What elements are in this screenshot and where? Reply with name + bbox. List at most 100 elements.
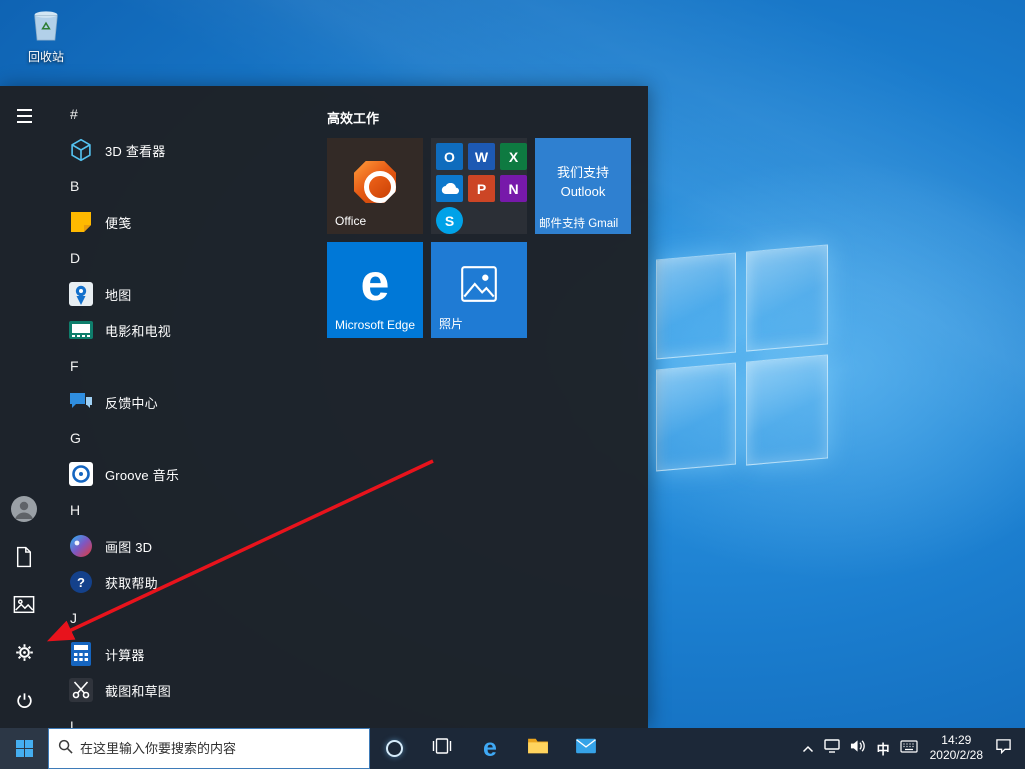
clock-date: 2020/2/28 [929,748,983,762]
start-menu-tiles: 高效工作 Office O W X P N S 我们支持 Outlook 邮件支… [325,86,648,728]
start-button[interactable] [0,728,48,769]
taskbar-clock[interactable]: 14:29 2020/2/28 [923,728,990,769]
gear-icon [14,642,35,668]
taskbar: e [0,728,1025,769]
mail-promo-line3: 邮件支持 Gmail [539,218,619,230]
volume-button[interactable] [845,728,872,769]
excel-icon: X [500,143,527,170]
power-icon [15,691,34,715]
app-list-item-feedback-hub[interactable]: 反馈中心 [48,384,325,420]
maps-icon [66,279,96,309]
network-status-button[interactable] [819,728,845,769]
power-button[interactable] [0,679,48,727]
tile-photos[interactable]: 照片 [431,242,527,338]
app-list-item-snip-sketch[interactable]: 截图和草图 [48,672,325,708]
app-list-letter-hash[interactable]: # [48,96,325,132]
taskbar-search-box[interactable] [48,728,370,769]
system-tray: 中 14:29 2020/2/28 [797,728,1025,769]
action-center-icon [995,738,1012,759]
recycle-bin-shortcut[interactable]: 回收站 [14,8,78,65]
start-menu-app-list: # 3D 查看器 B 便笺 D 地图 电影和电视 F 反馈中心 G Groove… [48,86,325,728]
mail-icon [575,737,597,760]
tile-office-label: Office [335,214,367,228]
folder-icon [527,737,549,760]
tile-mail-promo[interactable]: 我们支持 Outlook 邮件支持 Gmail [535,138,631,234]
chevron-up-icon [802,740,814,758]
app-list-letter-h[interactable]: H [48,492,325,528]
tile-edge-label: Microsoft Edge [335,318,416,332]
app-list-item-sticky-notes[interactable]: 便笺 [48,204,325,240]
app-list-letter-b[interactable]: B [48,168,325,204]
onenote-icon: N [500,175,527,202]
outlook-icon: O [436,143,463,170]
windows-hero-logo [656,244,832,476]
network-icon [823,739,840,758]
edge-taskbar-button[interactable]: e [466,728,514,769]
touch-keyboard-button[interactable] [895,728,923,769]
app-list-item-calculator[interactable]: 计算器 [48,636,325,672]
settings-button[interactable] [0,631,48,679]
app-list-item-get-help[interactable]: ? 获取帮助 [48,564,325,600]
groove-music-icon [66,459,96,489]
task-view-button[interactable] [418,728,466,769]
windows-logo-pane [746,354,828,466]
windows-logo-pane [746,244,828,352]
expand-menu-button[interactable] [0,92,48,140]
documents-button[interactable] [0,535,48,583]
mail-promo-line1: 我们支持 [556,165,609,180]
app-list-letter-j[interactable]: J [48,600,325,636]
recycle-bin-icon [30,11,62,46]
app-list-letter-l[interactable]: L [48,708,325,728]
onedrive-icon [436,175,463,202]
pictures-button[interactable] [0,583,48,631]
hamburger-icon [16,109,32,123]
powerpoint-icon: P [468,175,495,202]
edge-logo-icon: e [360,254,390,312]
tile-photos-label: 照片 [439,317,464,331]
app-list-item-groove-music[interactable]: Groove 音乐 [48,456,325,492]
windows-logo-pane [656,252,736,360]
tile-office-apps-promo[interactable]: O W X P N S [431,138,527,234]
file-explorer-button[interactable] [514,728,562,769]
tile-office[interactable]: Office [327,138,423,234]
app-list-item-movies-tv[interactable]: 电影和电视 [48,312,325,348]
mail-promo-line2: Outlook [560,184,606,199]
search-input[interactable] [80,741,360,756]
start-menu-rail [0,86,48,728]
recycle-bin-label: 回收站 [27,50,64,64]
edge-icon: e [483,734,497,762]
user-account-button[interactable] [0,487,48,535]
word-icon: W [468,143,495,170]
app-list-item-paint-3d[interactable]: 画图 3D [48,528,325,564]
app-list-item-maps[interactable]: 地图 [48,276,325,312]
app-list-item-3d-viewer[interactable]: 3D 查看器 [48,132,325,168]
keyboard-icon [900,739,918,758]
windows-logo-pane [656,362,736,472]
tiles-group-label[interactable]: 高效工作 [327,108,379,127]
cortana-icon [385,740,403,757]
action-center-button[interactable] [990,728,1017,769]
paint-3d-icon [66,531,96,561]
movies-tv-icon [66,315,96,345]
tile-microsoft-edge[interactable]: e Microsoft Edge [327,242,423,338]
skype-icon: S [436,207,463,234]
desktop: 回收站 # 3D 查看器 B 便笺 D 地图 电影和电视 F 反馈中心 G Gr… [0,0,1025,769]
clock-time: 14:29 [941,733,972,747]
app-list-letter-f[interactable]: F [48,348,325,384]
app-list-letter-d[interactable]: D [48,240,325,276]
ime-language-label: 中 [876,742,890,757]
snip-sketch-icon [66,675,96,705]
calculator-icon [66,639,96,669]
office-apps-grid: O W X P N S [431,138,527,234]
pictures-icon [13,595,35,619]
3d-viewer-icon [66,135,96,165]
app-list-letter-g[interactable]: G [48,420,325,456]
mail-taskbar-button[interactable] [562,728,610,769]
tray-expand-button[interactable] [797,728,819,769]
search-icon [58,739,73,759]
cortana-button[interactable] [370,728,418,769]
ime-indicator[interactable]: 中 [872,728,895,769]
windows-logo-icon [15,740,33,757]
sticky-notes-icon [66,207,96,237]
photos-icon [458,265,500,310]
